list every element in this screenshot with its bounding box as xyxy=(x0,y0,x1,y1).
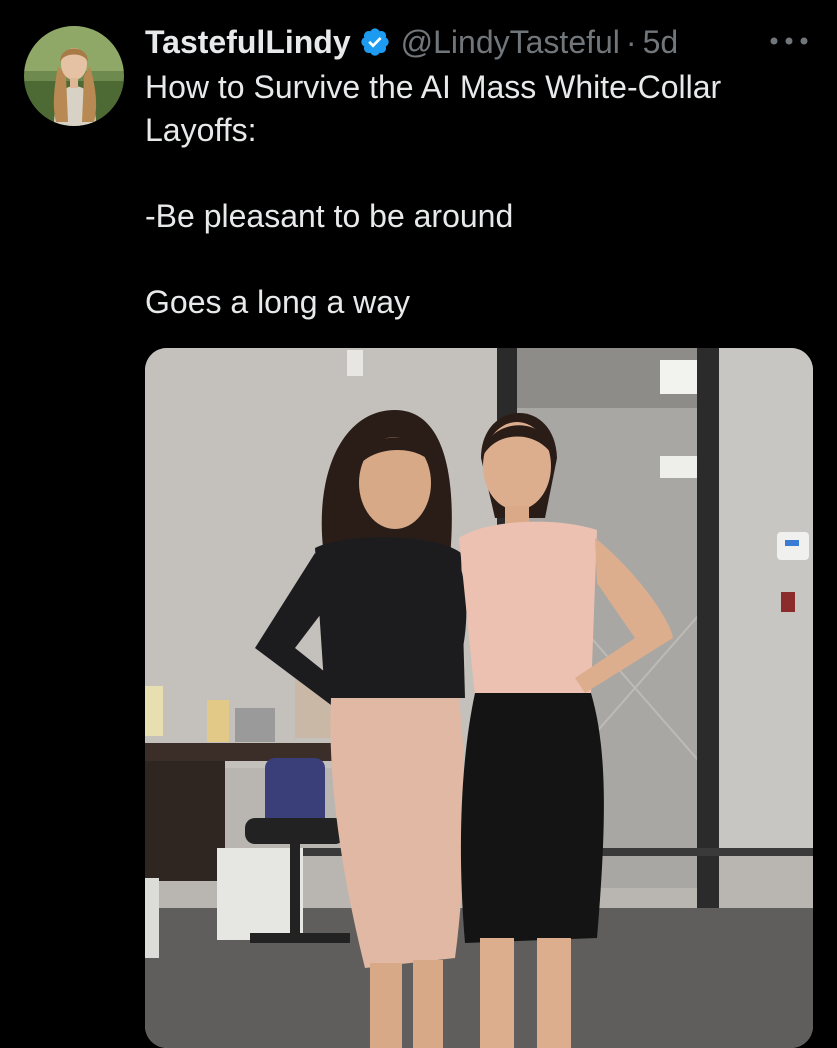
more-horizontal-icon[interactable] xyxy=(767,28,811,54)
tweet-text-line-3: Goes a long a way xyxy=(145,284,411,320)
tweet-text-line-1: How to Survive the AI Mass White-Collar … xyxy=(145,69,722,148)
tweet-header: TastefulLindy @LindyTasteful · 5d xyxy=(145,20,678,64)
tweet-photo[interactable] xyxy=(145,348,813,1048)
avatar-image xyxy=(24,26,124,126)
display-name[interactable]: TastefulLindy xyxy=(145,24,351,61)
tweet-text: How to Survive the AI Mass White-Collar … xyxy=(145,66,795,324)
avatar[interactable] xyxy=(24,26,124,126)
timestamp[interactable]: 5d xyxy=(643,24,679,61)
tweet[interactable]: TastefulLindy @LindyTasteful · 5d How to… xyxy=(0,0,837,1048)
separator-dot: · xyxy=(625,23,637,60)
handle[interactable]: @LindyTasteful xyxy=(401,24,620,61)
tweet-text-line-2: -Be pleasant to be around xyxy=(145,198,514,234)
photo-two-women-office xyxy=(145,348,813,1048)
verified-badge-icon xyxy=(359,26,391,58)
